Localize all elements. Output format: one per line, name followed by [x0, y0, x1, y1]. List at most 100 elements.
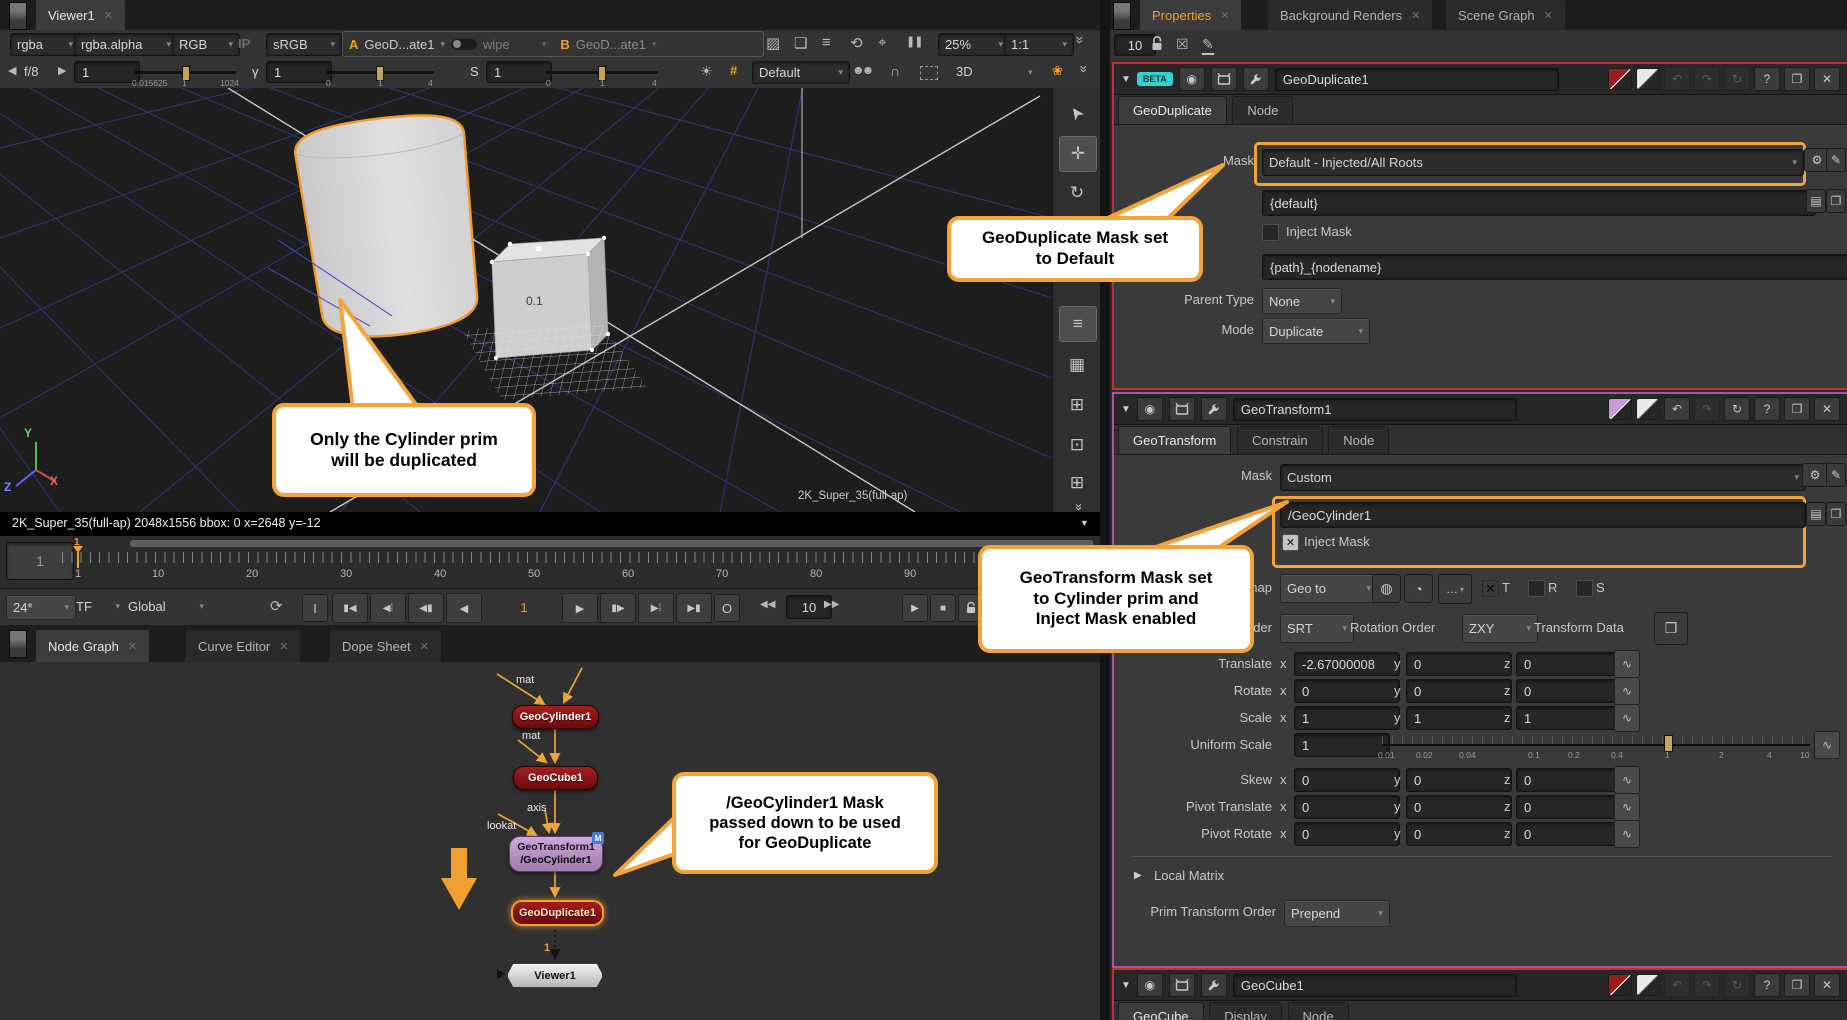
wrench-icon[interactable]: [1243, 67, 1269, 91]
quad-view-icon[interactable]: ⊞: [1059, 388, 1095, 422]
tab-constrain[interactable]: Constrain: [1237, 426, 1323, 454]
gl-color-swatch[interactable]: [1636, 68, 1660, 90]
flipbook-play-icon[interactable]: ▶: [902, 594, 928, 622]
close-panel-button[interactable]: ✕: [1814, 397, 1840, 421]
tab-display[interactable]: Display: [1209, 1002, 1282, 1020]
multi-user-icon[interactable]: ☻☻: [852, 63, 871, 77]
gain-next-icon[interactable]: ▶: [58, 64, 66, 77]
close-icon[interactable]: ✕: [1544, 9, 1553, 22]
translate-z-input[interactable]: 0: [1516, 652, 1622, 676]
viewer-lut-dropdown[interactable]: Default▾: [752, 61, 850, 84]
snap-dropdown[interactable]: Geo to▾: [1280, 574, 1378, 603]
tab-node[interactable]: Node: [1328, 426, 1389, 454]
fps-dropdown[interactable]: 24*▾: [6, 595, 76, 620]
postage-stamp-icon[interactable]: [1169, 973, 1195, 997]
uniform-scale-input[interactable]: 1: [1294, 733, 1390, 757]
zoom-level-dropdown[interactable]: 25%▾: [938, 33, 1010, 56]
channels-dropdown[interactable]: rgba▾: [10, 33, 80, 56]
gear-icon[interactable]: ⚙: [1802, 463, 1828, 487]
colorspace-dropdown[interactable]: sRGB▾: [266, 33, 342, 56]
tab-dope-sheet[interactable]: Dope Sheet✕: [330, 630, 441, 662]
timeline-ruler[interactable]: [62, 552, 1092, 563]
collapse-icon[interactable]: ▼: [1121, 74, 1131, 85]
current-frame-field[interactable]: 1: [494, 595, 554, 619]
node-name-field[interactable]: GeoCube1: [1233, 974, 1517, 997]
input-process-toggle[interactable]: IP: [238, 36, 250, 51]
tab-node[interactable]: Node: [1288, 1002, 1349, 1020]
range-mode-dropdown[interactable]: Global▾: [122, 595, 210, 618]
mask-dropdown[interactable]: Custom▾: [1280, 464, 1806, 491]
redo-icon[interactable]: ↷: [1694, 397, 1720, 421]
animation-curve-icon[interactable]: ∿: [1614, 766, 1640, 794]
refresh-icon[interactable]: ⟲: [850, 34, 863, 52]
tab-properties[interactable]: Properties✕: [1140, 0, 1241, 30]
name-pattern-field[interactable]: {path}_{nodename}: [1262, 254, 1847, 280]
help-button[interactable]: ?: [1754, 67, 1780, 91]
inject-mask-checkbox[interactable]: [1262, 224, 1279, 241]
back-one-frame-button[interactable]: ◀▮: [408, 593, 444, 623]
close-icon[interactable]: ✕: [420, 640, 429, 653]
gamma-input[interactable]: 1: [266, 61, 332, 83]
animation-curve-icon[interactable]: ∿: [1614, 677, 1640, 705]
node-geoduplicate1[interactable]: GeoDuplicate1: [511, 900, 604, 926]
mode-dropdown[interactable]: Duplicate▾: [1262, 318, 1370, 344]
tab-geotransform[interactable]: GeoTransform: [1118, 426, 1231, 454]
gamma-slider[interactable]: [326, 71, 434, 74]
close-icon[interactable]: ✕: [1220, 9, 1229, 22]
pane-menu-button[interactable]: [9, 2, 27, 30]
pivot-translate-y-input[interactable]: 0: [1406, 795, 1512, 819]
collapse-icon[interactable]: ▼: [1121, 404, 1131, 415]
rotation-order-dropdown[interactable]: ZXY▾: [1462, 614, 1538, 643]
snap-s-checkbox[interactable]: [1576, 580, 1593, 597]
prev-keyframe-button[interactable]: ◀⁞: [370, 593, 406, 623]
translate-x-input[interactable]: -2.67000008: [1294, 652, 1400, 676]
cloned-viewers-icon[interactable]: ❏: [794, 34, 807, 52]
playback-loop-icon[interactable]: ⟳: [270, 597, 283, 615]
close-icon[interactable]: ✕: [279, 640, 288, 653]
undo-icon[interactable]: ↶: [1664, 67, 1690, 91]
skew-z-input[interactable]: 0: [1516, 768, 1622, 792]
node-geocube1[interactable]: GeoCube1: [513, 766, 598, 790]
wipe-mode-dropdown[interactable]: wipe: [483, 37, 510, 52]
pivot-rotate-z-input[interactable]: 0: [1516, 822, 1622, 846]
node-color-swatch[interactable]: [1608, 398, 1632, 420]
pane-menu-button[interactable]: [1113, 2, 1131, 30]
gl-color-swatch[interactable]: [1636, 398, 1660, 420]
select-tool-icon[interactable]: ➤: [1053, 89, 1102, 138]
scale-z-input[interactable]: 1: [1516, 706, 1622, 730]
next-keyframe-button[interactable]: ▶⁞: [638, 593, 674, 623]
scene-pick-icon[interactable]: ✎: [1826, 148, 1846, 172]
mask-pattern-field[interactable]: {default}: [1262, 190, 1816, 216]
local-matrix-label[interactable]: Local Matrix: [1154, 868, 1224, 883]
skew-y-input[interactable]: 0: [1406, 768, 1512, 792]
pick-window-icon[interactable]: ❐: [1826, 189, 1846, 213]
aspect-dropdown[interactable]: 1:1▾: [1004, 33, 1074, 56]
scene-pick-icon[interactable]: ✎: [1826, 463, 1846, 487]
node-geotransform1[interactable]: GeoTransform1 /GeoCylinder1 M: [509, 836, 603, 872]
float-panel-button[interactable]: ❐: [1784, 973, 1810, 997]
animation-curve-icon[interactable]: ∿: [1614, 793, 1640, 821]
lattice-tool-icon[interactable]: ▦: [1059, 348, 1095, 382]
collapse-icon[interactable]: ▼: [1121, 980, 1131, 991]
gain-prev-icon[interactable]: ◀: [8, 64, 16, 77]
close-icon[interactable]: ✕: [1411, 9, 1420, 22]
float-panel-button[interactable]: ❐: [1784, 397, 1810, 421]
more-toolbar-icon[interactable]: «: [1074, 65, 1090, 73]
center-node-icon[interactable]: ◉: [1137, 397, 1163, 421]
snap-more-button[interactable]: …▾: [1438, 574, 1472, 604]
gizmo-color-icon[interactable]: ❀: [1052, 63, 1063, 79]
gain-input[interactable]: 1: [74, 61, 140, 83]
layout-rows-icon[interactable]: ≡: [822, 34, 831, 51]
snap-geo-icon[interactable]: ◍: [1372, 574, 1401, 603]
tab-node[interactable]: Node: [1232, 96, 1293, 124]
browse-scenegraph-icon[interactable]: ▤: [1806, 502, 1826, 526]
gain-curve-icon[interactable]: ∩: [890, 63, 900, 79]
uniform-scale-slider[interactable]: [1382, 744, 1810, 746]
lock-panels-icon[interactable]: [1150, 35, 1164, 55]
wrench-icon[interactable]: [1201, 397, 1227, 421]
parent-type-dropdown[interactable]: None▾: [1262, 288, 1342, 314]
record-icon[interactable]: ■: [930, 594, 956, 622]
more-toolbar-icon[interactable]: «: [1070, 36, 1086, 44]
node-name-field[interactable]: GeoDuplicate1: [1275, 68, 1559, 91]
tab-scene-graph[interactable]: Scene Graph✕: [1446, 0, 1565, 30]
